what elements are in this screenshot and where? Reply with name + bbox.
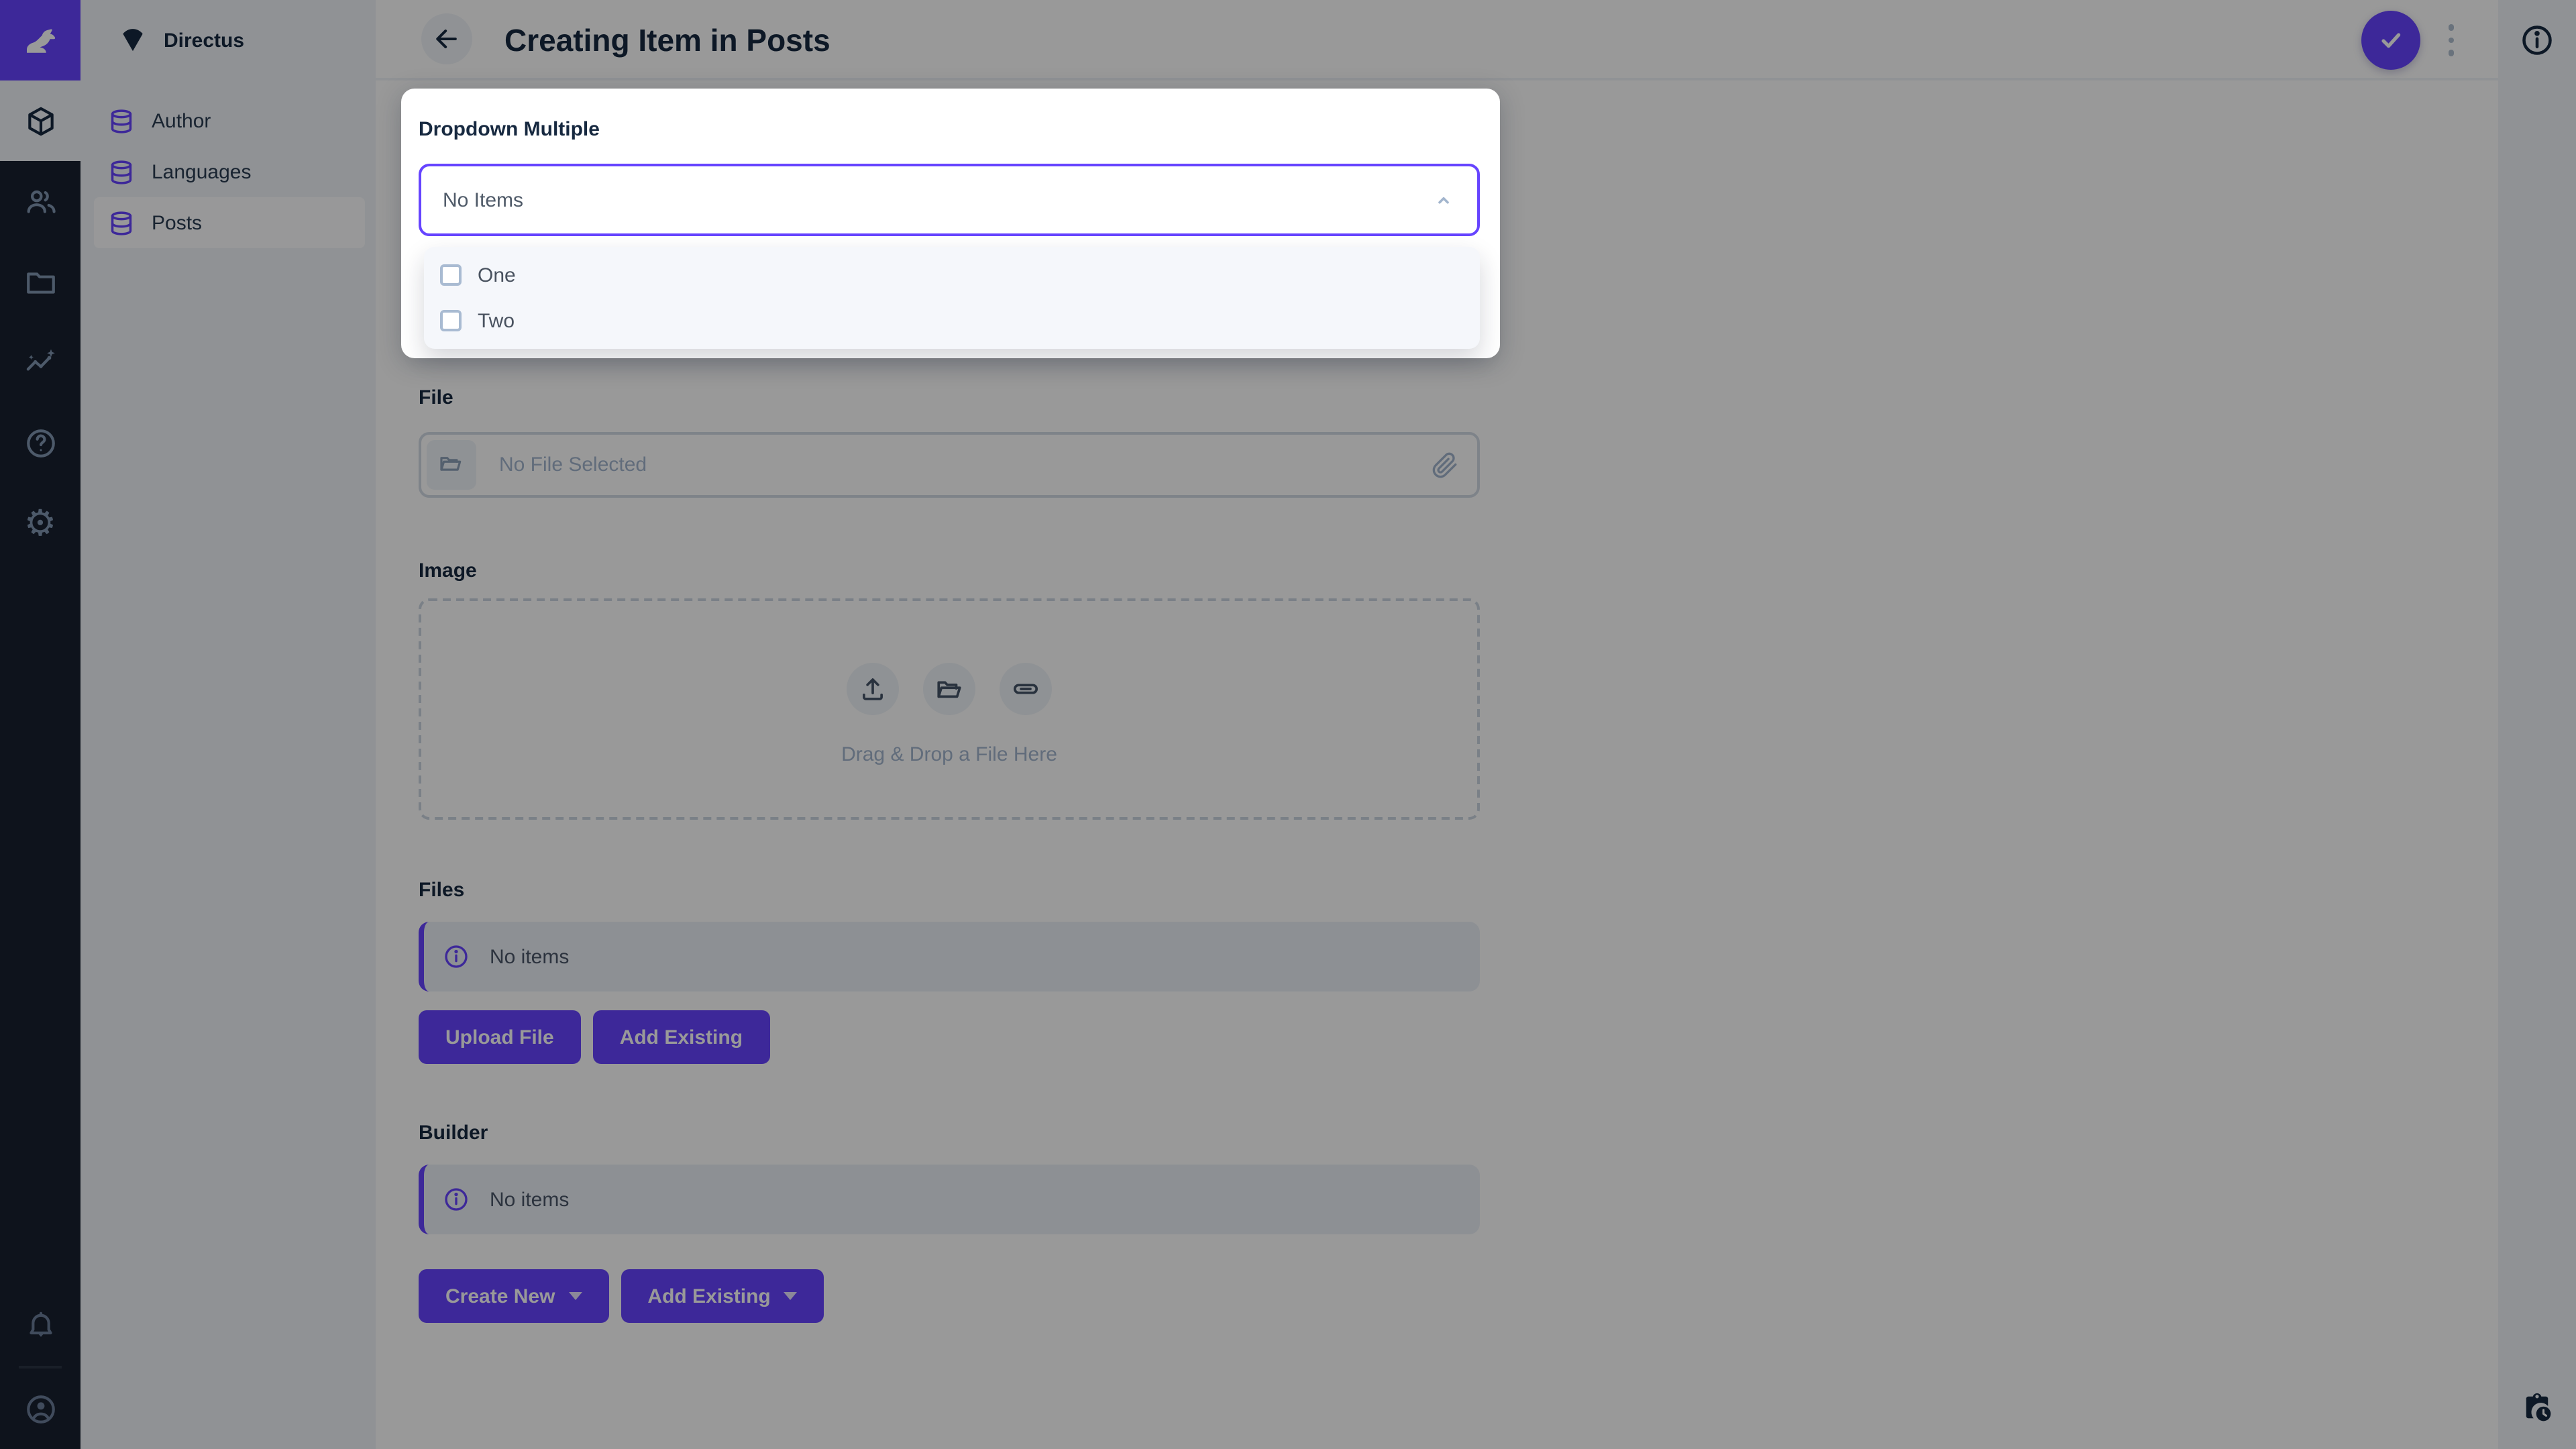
dropdown-option-two[interactable]: Two <box>424 298 1480 343</box>
chevron-up-icon <box>1432 188 1456 212</box>
dropdown-field-label: Dropdown Multiple <box>419 118 600 141</box>
dropdown-value: No Items <box>443 189 524 211</box>
option-label: Two <box>478 309 515 332</box>
dropdown-menu: One Two <box>424 247 1480 349</box>
dropdown-select[interactable]: No Items <box>419 164 1480 236</box>
option-label: One <box>478 264 516 286</box>
checkbox-icon <box>440 264 462 286</box>
checkbox-icon <box>440 310 462 331</box>
directus-app: Creating Item in Posts One Two File <box>0 0 2576 1449</box>
dropdown-multiple-field-card: Dropdown Multiple No Items One Two <box>401 89 1500 358</box>
dropdown-option-one[interactable]: One <box>424 252 1480 298</box>
